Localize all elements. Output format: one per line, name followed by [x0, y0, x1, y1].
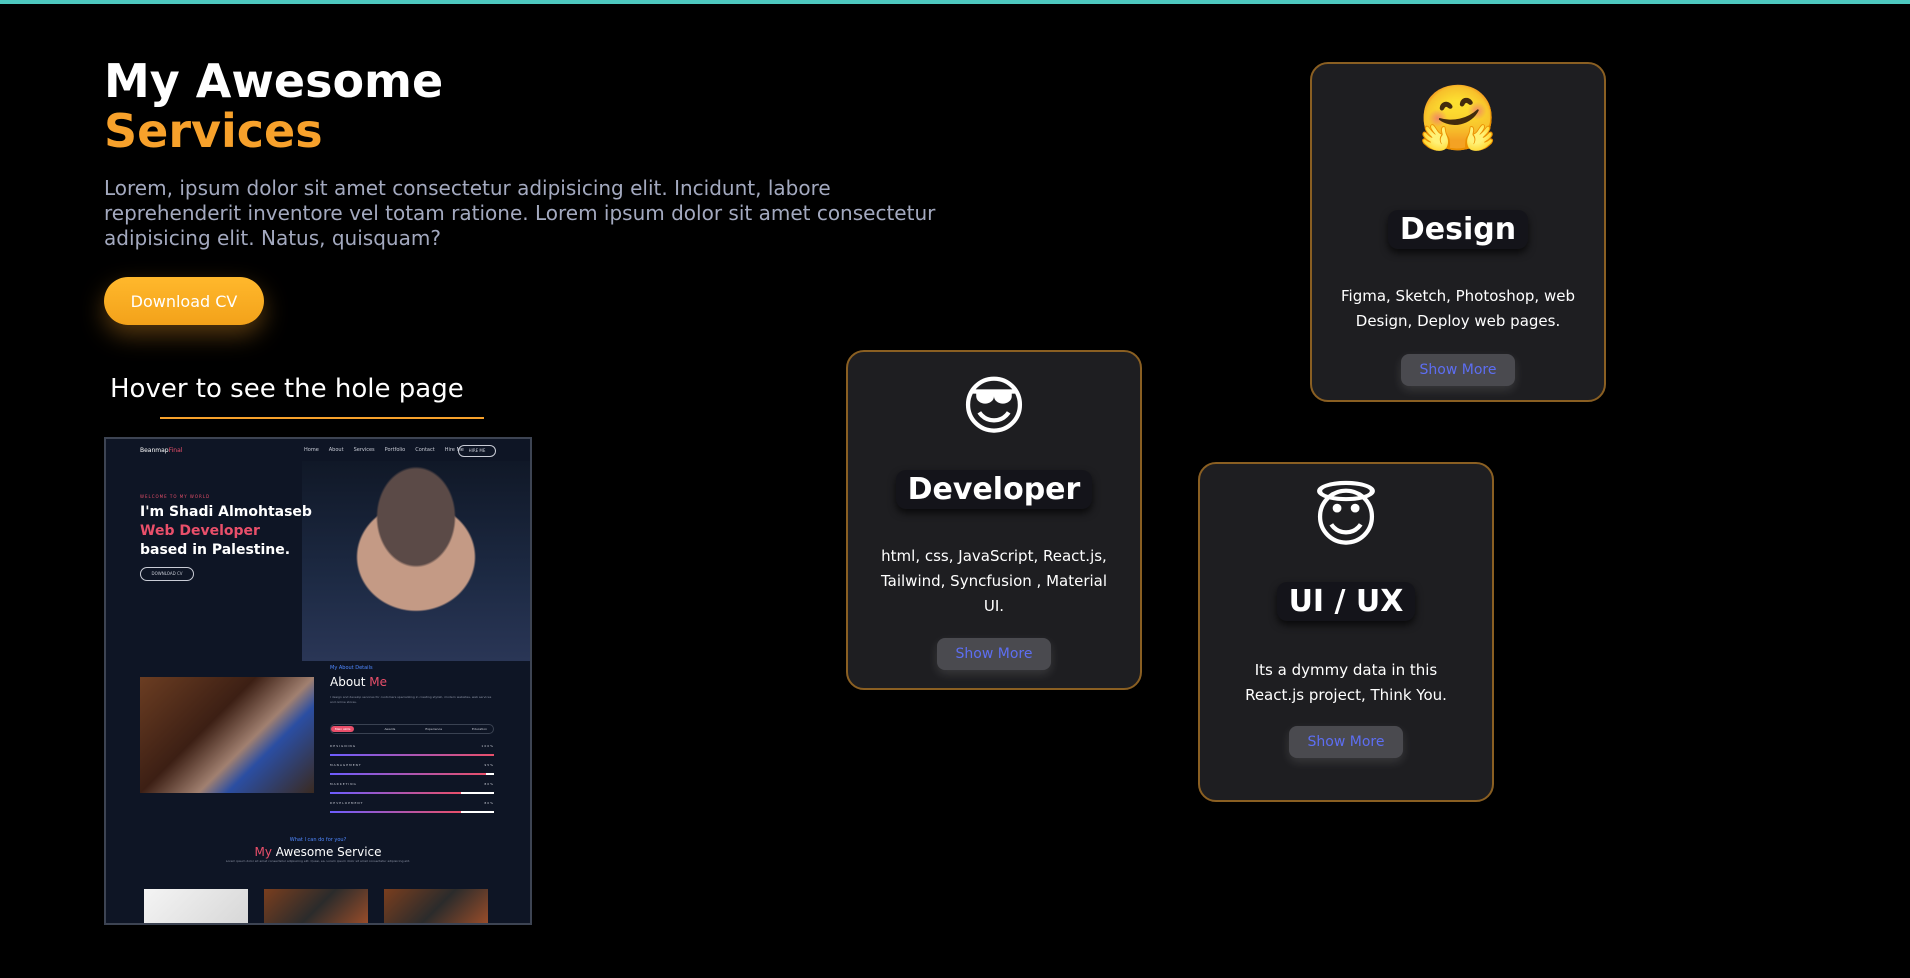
preview-thumbnail [144, 889, 248, 923]
card-title: Design [1387, 210, 1529, 249]
hero-description: Lorem, ipsum dolor sit amet consectetur … [104, 176, 936, 250]
preview-service-thumbnails [144, 889, 488, 923]
preview-tab: Main skills [331, 726, 355, 732]
preview-services-title-accent: My [254, 845, 272, 859]
preview-skill-fill [330, 754, 494, 756]
preview-thumbnail [264, 889, 368, 923]
preview-tab: Awards [384, 727, 396, 731]
preview-tab: Experience [425, 727, 443, 731]
preview-logo-text: Beanmap [140, 447, 169, 454]
preview-logo-accent: Final [168, 447, 183, 454]
preview-skill-percent: 80% [484, 782, 494, 786]
preview-services-title-main: Awesome Service [271, 845, 382, 859]
preview-nav-links: Home About Services Portfolio Contact Hi… [304, 447, 464, 453]
preview-about-text: I design and develop services for custom… [330, 695, 492, 704]
card-title: UI / UX [1276, 582, 1416, 621]
preview-about-title-main: About [330, 675, 370, 689]
preview-name: I'm Shadi Almohtaseb [140, 504, 312, 520]
preview-about-kicker: My About Details [330, 665, 373, 671]
top-accent-bar [0, 0, 1910, 4]
card-title: Developer [895, 470, 1093, 509]
preview-nav-link: About [328, 447, 344, 453]
preview-services-kicker: What I can do for you? [289, 837, 347, 843]
service-card-developer: 😎 Developer html, css, JavaScript, React… [846, 350, 1142, 690]
card-description: Figma, Sketch, Photoshop, web Design, De… [1340, 287, 1575, 330]
show-more-button[interactable]: Show More [1289, 726, 1403, 758]
preview-skill-percent: 100% [481, 744, 494, 748]
preview-skill-label: DEVELOPMENT [330, 801, 364, 805]
preview-nav-link: Contact [415, 447, 435, 453]
preview-heading-underline [160, 417, 484, 419]
preview-skill-label: DESIGNING [330, 744, 357, 748]
preview-services-title: My Awesome Service [106, 845, 530, 859]
preview-nav-link: Portfolio [384, 447, 406, 453]
hero-section: My Awesome Services Lorem, ipsum dolor s… [104, 56, 984, 251]
download-cv-button[interactable]: Download CV [104, 277, 264, 325]
preview-skill-label: MARKETING [330, 782, 357, 786]
preview-hire-button: HIRE ME [458, 445, 496, 457]
preview-skill: MANAGEMENT 95% [330, 763, 494, 775]
preview-download-button: DOWNLOAD CV [140, 567, 194, 581]
preview-skill: MARKETING 80% [330, 782, 494, 794]
preview-portrait-image [302, 461, 530, 661]
preview-heading: Hover to see the hole page [110, 374, 464, 404]
preview-skill: DESIGNING 100% [330, 744, 494, 756]
preview-location: based in Palestine. [140, 542, 291, 558]
website-preview[interactable]: BeanmapFinal Home About Services Portfol… [104, 437, 532, 925]
preview-skill-label: MANAGEMENT [330, 763, 362, 767]
preview-logo: BeanmapFinal [140, 447, 182, 454]
preview-skill: DEVELOPMENT 80% [330, 801, 494, 813]
preview-hero-title: I'm Shadi Almohtaseb Web Developer based… [140, 503, 340, 560]
service-card-design: 🤗 Design Figma, Sketch, Photoshop, web D… [1310, 62, 1606, 402]
sunglasses-face-icon: 😎 [960, 370, 1028, 444]
preview-about-image [140, 677, 314, 793]
preview-skill-fill [330, 792, 462, 794]
preview-navbar: BeanmapFinal Home About Services Portfol… [140, 445, 496, 461]
preview-role: Web Developer [140, 523, 260, 539]
preview-services-text: Lorem ipsum dolor sit amet consectetur a… [225, 859, 411, 863]
show-more-button[interactable]: Show More [937, 638, 1051, 670]
preview-welcome: WELCOME TO MY WORLD [140, 494, 211, 499]
preview-skill-percent: 80% [484, 801, 494, 805]
preview-thumbnail [384, 889, 488, 923]
preview-skill-percent: 95% [484, 763, 494, 767]
preview-tabs: Main skills Awards Experience Education [330, 724, 494, 734]
halo-face-icon: 😇 [1312, 482, 1380, 556]
preview-nav-link: Services [353, 447, 375, 453]
show-more-button[interactable]: Show More [1401, 354, 1515, 386]
service-card-uiux: 😇 UI / UX Its a dymmy data in this React… [1198, 462, 1494, 802]
preview-skill-fill [330, 811, 462, 813]
page-title-accent: Services [104, 104, 323, 158]
preview-about-title: About Me [330, 675, 387, 689]
preview-nav-link: Home [304, 447, 319, 453]
page-title: My Awesome [104, 54, 444, 108]
preview-about-title-accent: Me [369, 675, 388, 689]
card-description: Its a dymmy data in this React.js projec… [1245, 661, 1447, 704]
hugging-face-icon: 🤗 [1418, 82, 1498, 156]
preview-tab: Education [472, 727, 487, 731]
card-description: html, css, JavaScript, React.js, Tailwin… [880, 547, 1108, 615]
preview-skill-fill [330, 773, 486, 775]
